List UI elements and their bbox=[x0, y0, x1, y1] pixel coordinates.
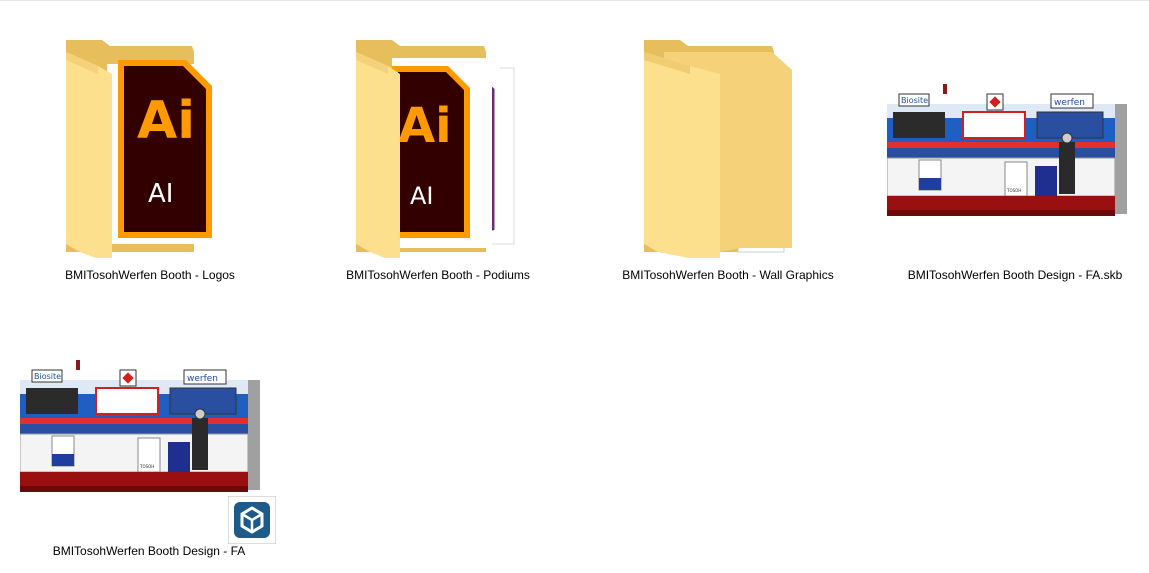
svg-text:Biosite: Biosite bbox=[34, 372, 61, 381]
svg-text:TOSOH: TOSOH bbox=[1006, 188, 1021, 193]
svg-text:Biosite: Biosite bbox=[901, 96, 928, 105]
svg-text:AI: AI bbox=[410, 182, 434, 210]
svg-text:werfen: werfen bbox=[1054, 98, 1085, 108]
svg-text:Ai: Ai bbox=[398, 98, 452, 154]
top-divider bbox=[0, 0, 1149, 1]
folder-logos[interactable]: Ai AI BMITosohWerfen Booth - Logos bbox=[40, 30, 260, 290]
folder-wall-graphics[interactable]: BMITosohWerfen Booth - Wall Graphics bbox=[612, 30, 844, 290]
sketchup-icon bbox=[228, 496, 276, 544]
file-booth-design-skb[interactable]: Biosite werfen TOSOH BMITosohWerfen Boot… bbox=[884, 80, 1146, 290]
folder-podiums[interactable]: Ai AI BMITosohWerfen Booth - Podiums bbox=[330, 30, 546, 290]
folder-icon: Ai AI bbox=[352, 38, 532, 258]
folder-icon: Ai AI bbox=[62, 38, 232, 258]
file-booth-design[interactable]: Biosite werfen TOSOH BMITosohWerfen Boot… bbox=[14, 356, 284, 566]
svg-text:AI: AI bbox=[148, 179, 173, 209]
item-label: BMITosohWerfen Booth Design - FA bbox=[52, 544, 246, 558]
item-label: BMITosohWerfen Booth - Logos bbox=[65, 268, 235, 282]
folder-icon bbox=[640, 38, 810, 258]
svg-text:werfen: werfen bbox=[187, 374, 218, 384]
booth-render-thumbnail: Biosite werfen TOSOH bbox=[20, 356, 260, 498]
svg-text:TOSOH: TOSOH bbox=[139, 464, 154, 469]
item-label: BMITosohWerfen Booth - Podiums bbox=[346, 268, 530, 282]
item-label: BMITosohWerfen Booth Design - FA.skb bbox=[907, 268, 1123, 282]
item-label: BMITosohWerfen Booth - Wall Graphics bbox=[622, 268, 834, 282]
booth-render-thumbnail: Biosite werfen TOSOH bbox=[887, 80, 1127, 222]
illustrator-doc-icon: Ai AI bbox=[107, 60, 227, 244]
illustrator-doc-icon: Ai AI bbox=[392, 58, 492, 248]
svg-text:Ai: Ai bbox=[137, 91, 195, 151]
